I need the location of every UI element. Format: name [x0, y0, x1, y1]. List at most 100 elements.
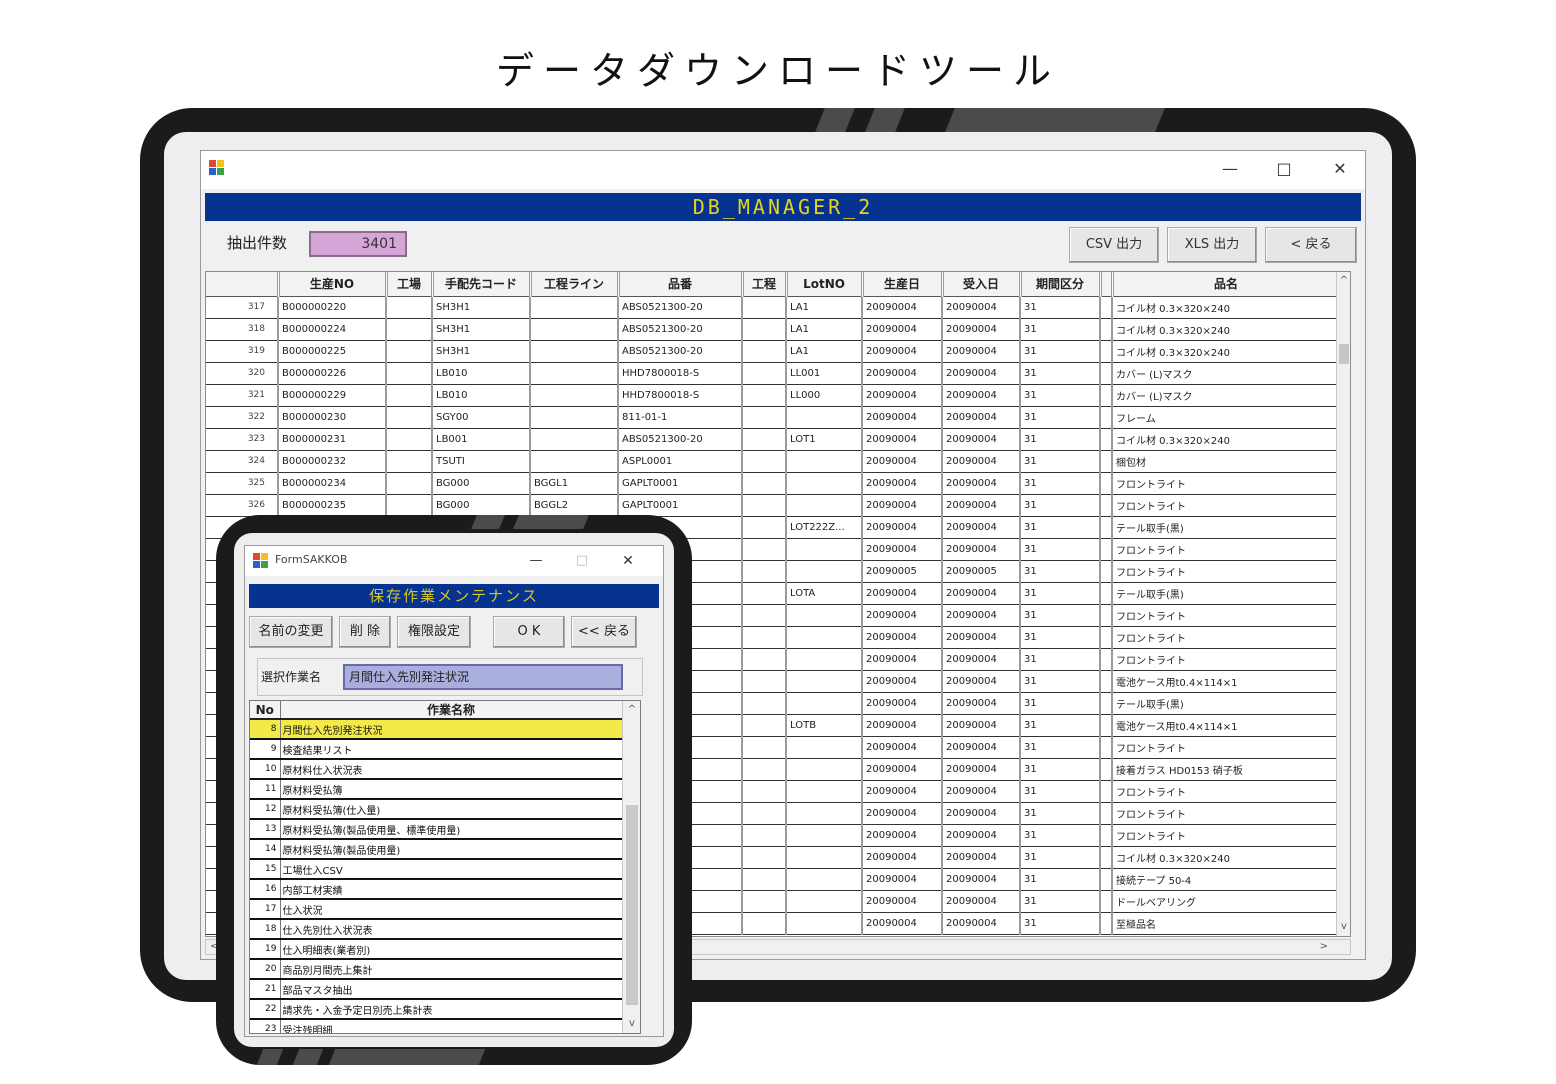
grid-cell: 20090005 — [942, 560, 1021, 583]
list-item[interactable]: 20 商品別月間売上集計 — [250, 959, 623, 980]
table-row[interactable]: 323 B000000231 LB001 ABS0521300-20 LOT1 20090… — [206, 428, 1341, 451]
grid-cell: B000000224 — [278, 318, 387, 341]
grid-cell: コイル材 0.3×320×240 — [1112, 428, 1341, 451]
list-item[interactable]: 23 受注残明細 — [250, 1019, 623, 1033]
task-name: 原材料受払簿(製品使用量) — [280, 839, 623, 860]
sub-maximize-button[interactable]: □ — [567, 549, 597, 573]
list-item[interactable]: 18 仕入先別仕入状況表 — [250, 919, 623, 940]
table-row[interactable]: 322 B000000230 SGY00 811-01-1 20090004 200900… — [206, 406, 1341, 429]
grid-cell: 31 — [1020, 318, 1101, 341]
grid-cell: 20090004 — [942, 824, 1021, 847]
table-row[interactable]: 320 B000000226 LB010 HHD7800018-S LL001 20090… — [206, 362, 1341, 385]
grid-cell: 20090004 — [862, 450, 943, 473]
list-item[interactable]: 9 検査結果リスト — [250, 739, 623, 760]
grid-cell — [786, 604, 863, 627]
grid-column-header: 期間区分 — [1020, 272, 1102, 297]
close-button[interactable]: ✕ — [1325, 157, 1355, 181]
list-scroll-down-arrow-icon[interactable]: v — [623, 1017, 640, 1031]
table-row[interactable]: 317 B000000220 SH3H1 ABS0521300-20 LA1 200900… — [206, 296, 1341, 319]
sub-close-button[interactable]: ✕ — [613, 549, 643, 573]
list-item[interactable]: 22 請求先・入金予定日別売上集計表 — [250, 999, 623, 1020]
table-row[interactable]: 326 B000000235 BG000 BGGL2 GAPLT0001 20090004… — [206, 494, 1341, 517]
grid-cell: B000000235 — [278, 494, 387, 517]
grid-cell — [786, 846, 863, 869]
grid-cell: BGGL1 — [530, 472, 619, 495]
list-item[interactable]: 10 原材料仕入状況表 — [250, 759, 623, 780]
grid-cell: 20090004 — [942, 538, 1021, 561]
task-list-scrollbar[interactable]: ^ v — [622, 701, 640, 1033]
grid-cell: ABS0521300-20 — [618, 296, 743, 319]
list-item[interactable]: 12 原材料受払簿(仕入量) — [250, 799, 623, 820]
grid-cell: 20090004 — [862, 802, 943, 825]
list-item[interactable]: 11 原材料受払簿 — [250, 779, 623, 800]
grid-column-header: 工場 — [386, 272, 434, 297]
task-list[interactable]: No 作業名称 8 月間仕入先別発注状況 9 検査結果リスト 10 原材料仕入状況表 11 原材… — [249, 700, 641, 1034]
rename-button[interactable]: 名前の変更 — [249, 616, 333, 648]
list-item[interactable]: 8 月間仕入先別発注状況 — [250, 719, 623, 740]
grid-cell: 31 — [1020, 428, 1101, 451]
grid-cell: 318 — [206, 318, 279, 341]
grid-cell — [786, 626, 863, 649]
grid-cell: 317 — [206, 296, 279, 319]
list-scroll-thumb[interactable] — [626, 805, 638, 1005]
list-scroll-up-arrow-icon[interactable]: ^ — [623, 703, 640, 717]
xls-export-button[interactable]: XLS 出力 — [1167, 227, 1257, 263]
permission-button[interactable]: 権限設定 — [397, 616, 471, 648]
maximize-button[interactable]: □ — [1269, 157, 1299, 181]
grid-column-header: 生産日 — [862, 272, 944, 297]
grid-cell — [742, 296, 787, 319]
task-number: 17 — [250, 899, 281, 920]
grid-cell: ABS0521300-20 — [618, 318, 743, 341]
grid-cell: フロントライト — [1112, 648, 1341, 671]
ok-button[interactable]: O K — [493, 616, 565, 648]
scroll-down-arrow-icon[interactable]: v — [1337, 920, 1350, 934]
grid-cell: 31 — [1020, 846, 1101, 869]
grid-cell: コイル材 0.3×320×240 — [1112, 318, 1341, 341]
grid-cell — [386, 428, 433, 451]
grid-column-header: 品番 — [618, 272, 744, 297]
grid-cell — [786, 538, 863, 561]
list-item[interactable]: 13 原材料受払簿(製品使用量、標準使用量) — [250, 819, 623, 840]
grid-cell — [1100, 692, 1113, 715]
grid-cell — [742, 802, 787, 825]
table-row[interactable]: 325 B000000234 BG000 BGGL1 GAPLT0001 20090004… — [206, 472, 1341, 495]
selected-task-field[interactable]: 月間仕入先別発注状況 — [343, 664, 623, 690]
grid-cell — [742, 890, 787, 913]
list-item[interactable]: 21 部品マスタ抽出 — [250, 979, 623, 1000]
sub-minimize-button[interactable]: — — [521, 549, 551, 573]
list-item[interactable]: 19 仕入明細表(業者別) — [250, 939, 623, 960]
grid-cell: BGGL2 — [530, 494, 619, 517]
grid-cell — [1100, 318, 1113, 341]
grid-cell: 31 — [1020, 758, 1101, 781]
list-item[interactable]: 15 工場仕入CSV — [250, 859, 623, 880]
grid-cell: 20090004 — [862, 692, 943, 715]
grid-cell — [1100, 802, 1113, 825]
minimize-button[interactable]: — — [1215, 157, 1245, 181]
table-row[interactable]: 324 B000000232 TSUTI ASPL0001 20090004 200900… — [206, 450, 1341, 473]
frame-stripe — [513, 515, 589, 529]
grid-cell: LL000 — [786, 384, 863, 407]
grid-cell — [742, 340, 787, 363]
scroll-up-arrow-icon[interactable]: ^ — [1337, 274, 1350, 288]
grid-cell: 20090004 — [942, 846, 1021, 869]
list-item[interactable]: 14 原材料受払簿(製品使用量) — [250, 839, 623, 860]
scroll-thumb[interactable] — [1339, 344, 1349, 364]
list-item[interactable]: 17 仕入状況 — [250, 899, 623, 920]
grid-cell — [1100, 868, 1113, 891]
grid-cell — [1100, 604, 1113, 627]
grid-cell — [742, 670, 787, 693]
grid-cell: ABS0521300-20 — [618, 428, 743, 451]
csv-export-button[interactable]: CSV 出力 — [1069, 227, 1159, 263]
list-item[interactable]: 16 内部工材実績 — [250, 879, 623, 900]
grid-vertical-scrollbar[interactable]: ^ v — [1336, 272, 1350, 936]
grid-cell: 20090004 — [942, 582, 1021, 605]
back-button[interactable]: < 戻る — [1265, 227, 1357, 263]
table-row[interactable]: 319 B000000225 SH3H1 ABS0521300-20 LA1 200900… — [206, 340, 1341, 363]
scroll-right-arrow-icon[interactable]: > — [1320, 940, 1328, 954]
table-row[interactable]: 321 B000000229 LB010 HHD7800018-S LL000 20090… — [206, 384, 1341, 407]
table-row[interactable]: 318 B000000224 SH3H1 ABS0521300-20 LA1 200900… — [206, 318, 1341, 341]
task-number: 22 — [250, 999, 281, 1020]
sub-back-button[interactable]: << 戻る — [571, 616, 637, 648]
grid-cell: フロントライト — [1112, 802, 1341, 825]
delete-button[interactable]: 削 除 — [339, 616, 391, 648]
